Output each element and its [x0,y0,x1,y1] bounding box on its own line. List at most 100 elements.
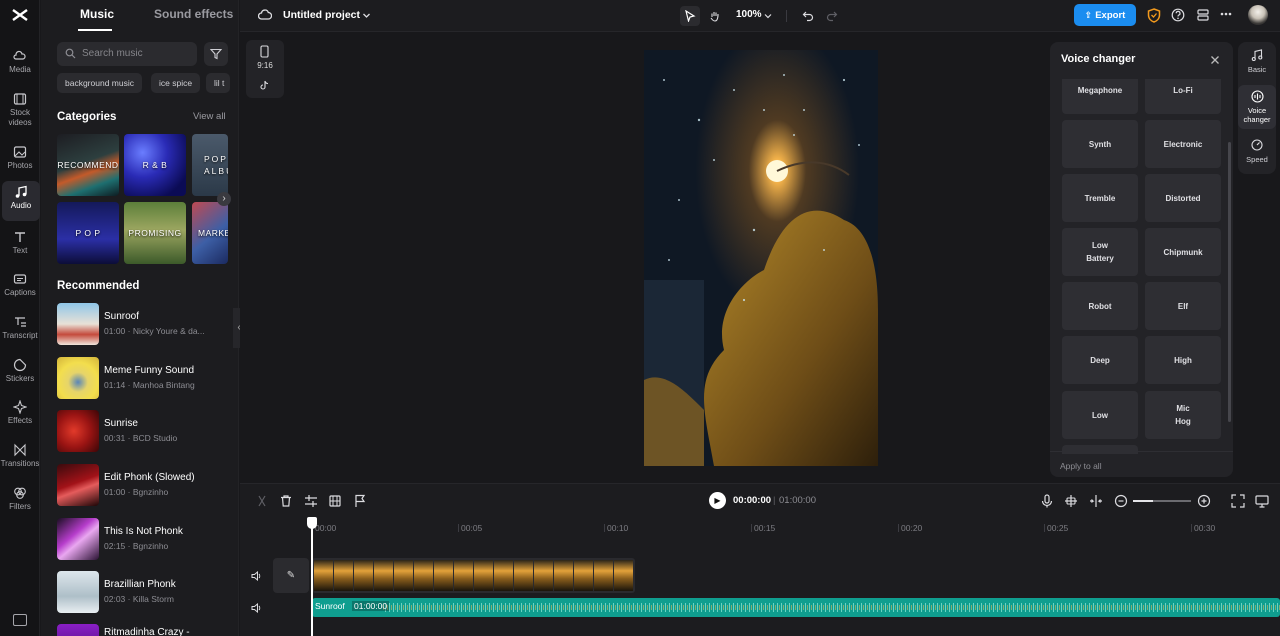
voice-option-low[interactable]: Low [1062,391,1138,439]
chevron-down-icon[interactable] [764,12,772,20]
hand-tool-button[interactable] [705,6,725,26]
tab-voice-changer[interactable]: Voice changer [1238,85,1276,129]
close-icon[interactable] [1210,55,1220,65]
list-item[interactable]: Sunroof 01:00 · Nicky Youre & da... [57,303,237,345]
select-tool-button[interactable] [680,6,700,26]
list-item[interactable]: Brazillian Phonk 02:03 · Killa Storm [57,571,237,613]
snap-icon[interactable] [1063,493,1079,509]
rail-item-audio[interactable]: Audio [2,181,40,221]
current-time: 00:00:00 [733,495,772,506]
fit-screen-icon[interactable] [1230,493,1246,509]
list-item[interactable]: Edit Phonk (Slowed) 01:00 · Bgnzinho [57,464,237,506]
category-card[interactable]: POP ALBUM [192,134,228,196]
rail-item-transitions[interactable]: Transitions [0,439,40,477]
keyboard-shortcuts-icon[interactable] [13,614,27,626]
tab-basic[interactable]: Basic [1238,48,1276,82]
zoom-out-icon[interactable] [1113,493,1129,509]
play-button[interactable]: ▶ [709,492,726,509]
video-track-volume-icon[interactable] [251,571,262,581]
rail-item-filters[interactable]: Filters [0,482,40,520]
freeze-frame-icon[interactable] [327,493,343,509]
rail-item-text[interactable]: Text [0,226,40,264]
tab-music[interactable]: Music [80,7,114,21]
voice-option-chipmunk[interactable]: Chipmunk [1145,228,1221,276]
voice-option-mic-hog[interactable]: Mic Hog [1145,391,1221,439]
categories-next-button[interactable]: › [217,192,231,206]
voice-option-distorted[interactable]: Distorted [1145,174,1221,222]
filter-button[interactable] [204,42,228,66]
delete-icon[interactable] [278,493,294,509]
avatar[interactable] [1248,5,1268,25]
rail-item-photos[interactable]: Photos [0,141,40,179]
rail-item-captions[interactable]: Captions [0,268,40,306]
chip-background-music[interactable]: background music [57,73,142,93]
rail-item-transcript[interactable]: Transcript [0,311,40,349]
layers-icon[interactable] [1196,8,1210,22]
rail-item-stickers[interactable]: Stickers [0,354,40,392]
playhead-handle[interactable] [307,517,317,529]
video-clip[interactable] [312,558,635,593]
top-bar: Untitled project 100% ⇪ Export [240,0,1280,32]
tab-speed[interactable]: Speed [1238,139,1276,169]
voice-option-tremble[interactable]: Tremble [1062,174,1138,222]
voice-option-electronic[interactable]: Electronic [1145,120,1221,168]
voice-changer-icon [1250,90,1264,103]
video-thumbnails [314,560,633,591]
chevron-down-icon[interactable] [362,11,371,20]
playhead[interactable] [311,517,313,636]
voice-option-high[interactable]: High [1145,336,1221,384]
link-split-icon[interactable] [1088,493,1104,509]
voice-option-elf[interactable]: Elf [1145,282,1221,330]
export-button[interactable]: ⇪ Export [1074,4,1136,26]
redo-button[interactable] [822,6,842,26]
rail-label: Filters [9,502,31,511]
audio-clip[interactable]: Sunroof 01:00:00 [312,598,1280,617]
timeline[interactable]: 00:00 00:05 00:10 00:15 00:20 00:25 00:3… [240,517,1280,636]
category-card[interactable]: MARKE [192,202,228,264]
chip-lil-t[interactable]: lil t [206,73,230,93]
scrollbar[interactable] [1228,142,1231,422]
rail-item-effects[interactable]: Effects [0,396,40,434]
more-icon[interactable] [1220,12,1232,16]
marker-flag-icon[interactable] [352,493,368,509]
category-card[interactable]: PROMISING [124,202,186,264]
zoom-in-icon[interactable] [1196,493,1212,509]
trim-icon[interactable] [303,493,319,509]
voice-option-low-battery[interactable]: Low Battery [1062,228,1138,276]
audio-track-volume-icon[interactable] [251,603,262,613]
list-item[interactable]: Meme Funny Sound 01:14 · Manhoa Bintang [57,357,237,399]
list-item[interactable]: Sunrise 00:31 · BCD Studio [57,410,237,452]
active-tab-indicator [78,29,112,31]
list-item[interactable]: Ritmadinha Crazy - [57,624,237,636]
capcut-logo[interactable] [10,6,30,24]
tab-sound-effects[interactable]: Sound effects [154,7,233,21]
voice-option-lo-fi[interactable]: Lo-Fi [1145,79,1221,114]
category-card[interactable]: P O P [57,202,119,264]
preview-mode-icon[interactable] [1254,493,1270,509]
timeline-zoom-slider[interactable] [1133,500,1191,502]
microphone-icon[interactable] [1039,493,1055,509]
zoom-level[interactable]: 100% [736,9,762,20]
apply-to-all-button[interactable]: Apply to all [1050,451,1233,477]
voice-option-synth[interactable]: Synth [1062,120,1138,168]
voice-option-robot[interactable]: Robot [1062,282,1138,330]
cloud-icon[interactable] [258,8,272,22]
rail-item-media[interactable]: Media [0,45,40,83]
voice-option-megaphone[interactable]: Megaphone [1062,79,1138,114]
rail-item-stock-videos[interactable]: Stock videos [0,88,40,130]
voice-option-deep[interactable]: Deep [1062,336,1138,384]
edit-cover-button[interactable]: ✎ [273,558,309,593]
list-item[interactable]: This Is Not Phonk 02:15 · Bgnzinho [57,518,237,560]
aspect-ratio-button[interactable]: 9:16 [246,40,284,98]
category-card[interactable]: R & B [124,134,186,196]
chip-ice-spice[interactable]: ice spice [151,73,201,93]
project-title[interactable]: Untitled project [283,9,360,21]
video-preview[interactable] [644,50,878,466]
category-card[interactable]: RECOMMEND [57,134,119,196]
split-icon[interactable] [254,493,270,509]
help-icon[interactable] [1171,8,1185,22]
undo-button[interactable] [798,6,818,26]
shield-icon[interactable] [1147,8,1161,23]
view-all-link[interactable]: View all [193,111,226,122]
search-input[interactable]: Search music [57,42,197,66]
